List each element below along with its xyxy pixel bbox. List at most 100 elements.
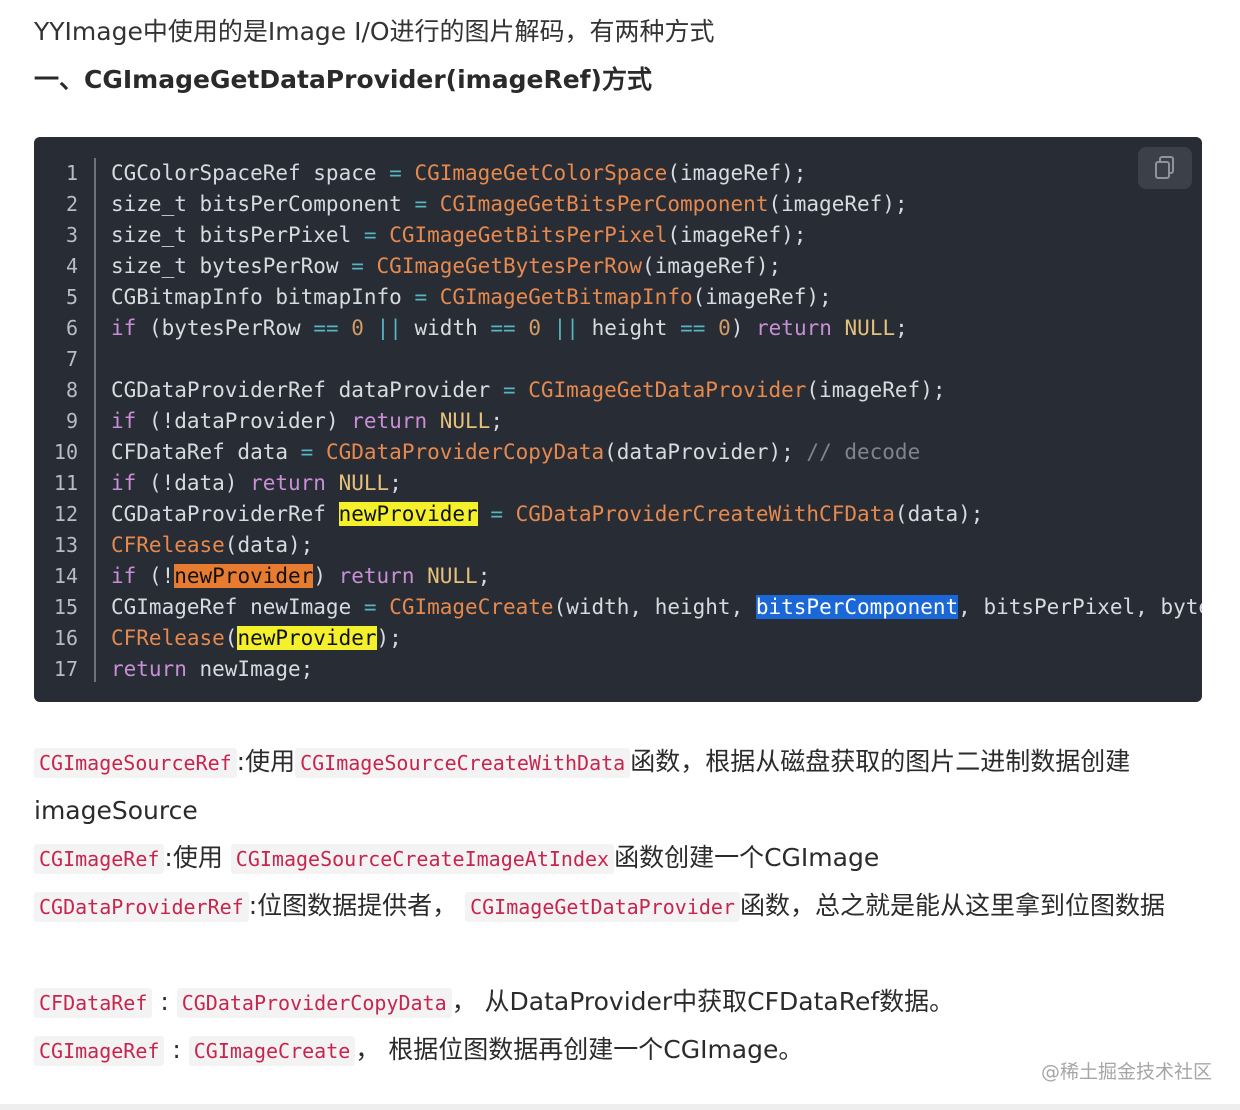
line-number-gutter: 1 2 3 4 5 6 7 8 9 10 11 12 13 14 15 16 17	[34, 158, 96, 682]
paragraph-cgimagecreate: CGImageRef : CGImageCreate， 根据位图数据再创建一个C…	[34, 1026, 1206, 1075]
code-block: 1 2 3 4 5 6 7 8 9 10 11 12 13 14 15 16 17 CGColorSpaceRe…	[34, 137, 1202, 702]
code-token: CGDataProviderCreateWithCFData	[515, 502, 895, 526]
code-token: , bitsPerPixel, bytesPerRow	[958, 595, 1202, 619]
code-token: size_t bitsPerComponent	[111, 192, 415, 216]
line-number: 10	[53, 440, 78, 464]
code-token: CGImageGetDataProvider	[528, 378, 807, 402]
code-token: =	[490, 502, 503, 526]
paragraph-text: 函数，总之就是能从这里拿到位图数据	[739, 891, 1165, 920]
code-line: return newImage;	[111, 654, 1202, 685]
code-token: CGImageRef newImage	[111, 595, 364, 619]
paragraph-dataprovider: CGDataProviderRef:位图数据提供者， CGImageGetDat…	[34, 882, 1206, 931]
code-token: return	[338, 564, 415, 588]
paragraph-text: :位图数据提供者，	[248, 891, 466, 920]
code-token: (	[224, 626, 238, 650]
line-number: 8	[65, 378, 78, 402]
code-token: CGImageGetBytesPerRow	[376, 254, 643, 278]
code-token: )	[313, 564, 339, 588]
code-line: if (bytesPerRow == 0 || width == 0 || he…	[111, 313, 1202, 344]
code-line: if (!dataProvider) return NULL;	[111, 406, 1202, 437]
code-token: ==	[313, 316, 339, 340]
line-number: 17	[53, 657, 78, 681]
code-line: if (!newProvider) return NULL;	[111, 561, 1202, 592]
line-number: 16	[53, 626, 78, 650]
code-token: 0	[718, 316, 731, 340]
code-token: );	[376, 626, 402, 650]
code-token: 0	[528, 316, 541, 340]
code-content: CGColorSpaceRef space = CGImageGetColorS…	[111, 158, 1202, 685]
code-token: =	[389, 161, 402, 185]
inline-code: CGImageRef	[34, 844, 165, 874]
code-token: if	[111, 409, 137, 433]
code-token: (bytesPerRow	[136, 316, 314, 340]
code-line: CGDataProviderRef newProvider = CGDataPr…	[111, 499, 1202, 530]
inline-code: CGImageSourceCreateImageAtIndex	[230, 844, 615, 874]
code-token: CGBitmapInfo bitmapInfo	[111, 285, 415, 309]
code-token: CGDataProviderRef	[111, 502, 339, 526]
code-token: CGDataProviderRef dataProvider	[111, 378, 503, 402]
inline-code: CGImageSourceRef	[34, 748, 237, 778]
paragraph-text: :	[164, 1035, 189, 1064]
code-token: =	[414, 285, 428, 309]
line-number: 3	[65, 223, 78, 247]
code-token: CGImageCreate	[389, 595, 554, 619]
paragraph-text: ， 从DataProvider中获取CFDataRef数据。	[451, 987, 955, 1016]
code-token: =	[414, 192, 428, 216]
code-token: ;	[490, 409, 503, 433]
code-token: size_t bitsPerPixel	[111, 223, 364, 247]
code-token: =	[300, 440, 314, 464]
code-token: ==	[680, 316, 706, 340]
code-line: CFRelease(data);	[111, 530, 1202, 561]
code-token: CGDataProviderCopyData	[325, 440, 605, 464]
code-token: newImage;	[186, 657, 314, 681]
line-number: 13	[53, 533, 78, 557]
code-token: CFDataRef data	[111, 440, 301, 464]
code-token: ==	[490, 316, 516, 340]
code-token: newProvider	[174, 564, 314, 588]
code-token: ;	[477, 564, 491, 588]
paragraph-cgimageref: CGImageRef:使用 CGImageSourceCreateImageAt…	[34, 834, 1206, 883]
intro-text: YYImage中使用的是Image I/O进行的图片解码，有两种方式	[34, 17, 715, 46]
code-token: CFRelease	[111, 533, 225, 557]
code-token: CGImageGetBitsPerPixel	[389, 223, 668, 247]
line-number: 4	[65, 254, 78, 278]
code-token: NULL	[439, 409, 491, 433]
paragraph-cfdataref: CFDataRef : CGDataProviderCopyData， 从Dat…	[34, 978, 1206, 1027]
paragraph-text: ， 根据位图数据再创建一个CGImage。	[355, 1035, 804, 1064]
code-line: CFRelease(newProvider);	[111, 623, 1202, 654]
code-token: (dataProvider);	[604, 440, 807, 464]
code-token: return	[111, 657, 187, 681]
code-token: (imageRef);	[692, 285, 832, 309]
code-token: ||	[376, 316, 402, 340]
line-number: 14	[53, 564, 78, 588]
inline-code: CFDataRef	[34, 988, 153, 1018]
inline-code: CGImageCreate	[188, 1036, 356, 1066]
code-line: size_t bytesPerRow = CGImageGetBytesPerR…	[111, 251, 1202, 282]
code-line: CGImageRef newImage = CGImageCreate(widt…	[111, 592, 1202, 623]
code-token: return	[756, 316, 832, 340]
code-token: if	[111, 564, 137, 588]
code-token: height	[578, 316, 681, 340]
paragraph-text: :使用	[164, 843, 231, 872]
line-number: 11	[53, 471, 78, 495]
code-token: (width, height,	[553, 595, 756, 619]
code-token: (imageRef);	[768, 192, 908, 216]
watermark: @稀土掘金技术社区	[1040, 1061, 1212, 1083]
section-heading: 一、CGImageGetDataProvider(imageRef)方式	[34, 65, 652, 94]
code-token: =	[363, 595, 377, 619]
